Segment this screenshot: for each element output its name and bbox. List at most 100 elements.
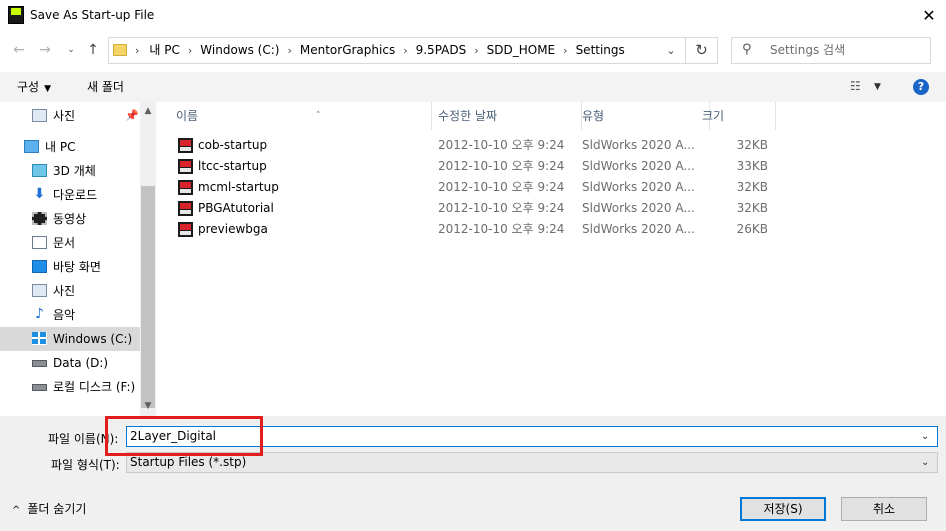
- hide-folders-button[interactable]: ^ 폴더 숨기기: [12, 500, 86, 517]
- highlight-annotation-box: [105, 416, 263, 456]
- organize-label: 구성: [17, 80, 40, 94]
- navigation-scrollbar[interactable]: ▲ ▼: [140, 102, 156, 416]
- chevron-down-icon[interactable]: ⌄: [921, 453, 929, 472]
- sidebar-item-windows-c[interactable]: Windows (C:): [0, 327, 140, 351]
- file-row[interactable]: ltcc-startup 2012-10-10 오후 9:24 SldWorks…: [156, 156, 946, 177]
- file-row[interactable]: previewbga 2012-10-10 오후 9:24 SldWorks 2…: [156, 219, 946, 240]
- breadcrumb-item[interactable]: 내 PC: [149, 38, 179, 63]
- documents-icon: [32, 236, 47, 249]
- folder-icon: [113, 44, 127, 56]
- drive-icon: [32, 360, 47, 367]
- pads-file-icon: [178, 138, 193, 153]
- breadcrumb-separator[interactable]: ›: [135, 38, 139, 63]
- organize-button[interactable]: 구성 ▼: [17, 72, 51, 104]
- chevron-down-icon: ▼: [44, 84, 52, 94]
- scroll-down-icon[interactable]: ▼: [140, 401, 156, 411]
- file-type: SldWorks 2020 A...: [582, 180, 695, 194]
- sidebar-item-label: 바탕 화면: [53, 260, 101, 274]
- file-date: 2012-10-10 오후 9:24: [438, 201, 565, 215]
- breadcrumb-separator[interactable]: ›: [188, 38, 192, 63]
- sidebar-item-local-disk-f[interactable]: 로컬 디스크 (F:): [0, 375, 140, 399]
- breadcrumb-item[interactable]: Settings: [576, 38, 625, 63]
- window-title: Save As Start-up File: [30, 8, 155, 22]
- breadcrumb-separator[interactable]: ›: [563, 38, 567, 63]
- file-row[interactable]: PBGAtutorial 2012-10-10 오후 9:24 SldWorks…: [156, 198, 946, 219]
- column-header-size[interactable]: 크기: [702, 102, 776, 130]
- breadcrumb-item[interactable]: MentorGraphics: [300, 38, 395, 63]
- sidebar-item-label: 3D 개체: [53, 164, 96, 178]
- sidebar-item-documents[interactable]: 문서: [0, 231, 140, 255]
- address-dropdown-button[interactable]: ⌄: [661, 38, 681, 63]
- file-name: mcml-startup: [198, 180, 279, 194]
- breadcrumb-item[interactable]: SDD_HOME: [487, 38, 556, 63]
- file-row[interactable]: cob-startup 2012-10-10 오후 9:24 SldWorks …: [156, 135, 946, 156]
- videos-icon: [32, 212, 47, 225]
- sidebar-item-label: 다운로드: [53, 188, 98, 202]
- breadcrumb-item[interactable]: Windows (C:): [200, 38, 279, 63]
- search-box[interactable]: ⚲ Settings 검색: [731, 37, 931, 64]
- breadcrumb-separator[interactable]: ›: [403, 38, 407, 63]
- pads-file-icon: [178, 180, 193, 195]
- sidebar-item-pictures-quick[interactable]: 사진 📌: [0, 104, 140, 128]
- address-bar[interactable]: › 내 PC › Windows (C:) › MentorGraphics › 9.5PAD…: [108, 37, 686, 64]
- this-pc-icon: [24, 140, 39, 153]
- sidebar-item-3d-objects[interactable]: 3D 개체: [0, 159, 140, 183]
- file-row[interactable]: mcml-startup 2012-10-10 오후 9:24 SldWorks…: [156, 177, 946, 198]
- scrollbar-thumb[interactable]: [141, 186, 155, 408]
- sidebar-item-desktop[interactable]: 바탕 화면: [0, 255, 140, 279]
- file-date: 2012-10-10 오후 9:24: [438, 159, 565, 173]
- file-name: previewbga: [198, 222, 268, 236]
- save-button[interactable]: 저장(S): [740, 497, 826, 521]
- view-options-icon[interactable]: ☷: [850, 79, 866, 93]
- hide-folders-label: 폴더 숨기기: [27, 502, 87, 516]
- file-size: 33KB: [736, 159, 768, 173]
- pictures-icon: [32, 284, 47, 297]
- downloads-icon: ⬇: [33, 186, 46, 202]
- file-size: 32KB: [736, 201, 768, 215]
- breadcrumb-item[interactable]: 9.5PADS: [416, 38, 467, 63]
- file-list: 이름 ˄ 수정한 날짜 유형 크기 cob-startup 2012-10-10…: [156, 102, 946, 416]
- sidebar-item-data-d[interactable]: Data (D:): [0, 351, 140, 375]
- cancel-button[interactable]: 취소: [841, 497, 927, 521]
- sidebar-item-pictures[interactable]: 사진: [0, 279, 140, 303]
- view-dropdown-icon[interactable]: ▼: [874, 72, 881, 102]
- column-header-name[interactable]: 이름 ˄: [176, 102, 432, 130]
- breadcrumb: › 내 PC › Windows (C:) › MentorGraphics › 9.5PAD…: [131, 38, 625, 63]
- pads-file-icon: [178, 222, 193, 237]
- search-placeholder[interactable]: Settings 검색: [770, 38, 845, 63]
- command-bar: 구성 ▼ 새 폴더 ☷ ▼ ?: [0, 72, 946, 102]
- sidebar-item-label: 동영상: [53, 212, 87, 226]
- breadcrumb-separator[interactable]: ›: [287, 38, 291, 63]
- column-header-date[interactable]: 수정한 날짜: [438, 102, 582, 130]
- column-header-label: 이름: [176, 109, 199, 123]
- recent-locations-button[interactable]: ⌄: [60, 38, 82, 62]
- file-date: 2012-10-10 오후 9:24: [438, 222, 565, 236]
- column-header-type[interactable]: 유형: [582, 102, 710, 130]
- music-icon: ♪: [35, 306, 44, 322]
- sidebar-item-label: 사진: [53, 284, 76, 298]
- sidebar-item-label: Data (D:): [53, 356, 109, 370]
- file-type: SldWorks 2020 A...: [582, 159, 695, 173]
- breadcrumb-separator[interactable]: ›: [474, 38, 478, 63]
- sidebar-item-label: 음악: [53, 308, 76, 322]
- chevron-down-icon[interactable]: ⌄: [921, 427, 929, 446]
- sidebar-item-label: 로컬 디스크 (F:): [53, 380, 136, 394]
- file-size: 32KB: [736, 180, 768, 194]
- sidebar-item-this-pc[interactable]: 내 PC: [0, 135, 140, 159]
- up-button[interactable]: ↑: [82, 38, 104, 62]
- new-folder-button[interactable]: 새 폴더: [87, 72, 124, 102]
- refresh-button[interactable]: ↻: [686, 37, 718, 64]
- sidebar-item-videos[interactable]: 동영상: [0, 207, 140, 231]
- file-name: cob-startup: [198, 138, 268, 152]
- close-button[interactable]: ✕: [912, 0, 946, 32]
- back-button[interactable]: ←: [8, 38, 30, 62]
- scroll-up-icon[interactable]: ▲: [140, 106, 156, 116]
- pads-app-icon: [8, 6, 24, 24]
- sidebar-item-music[interactable]: ♪ 음악: [0, 303, 140, 327]
- file-name: PBGAtutorial: [198, 201, 274, 215]
- help-icon[interactable]: ?: [913, 79, 929, 95]
- sidebar-item-downloads[interactable]: ⬇ 다운로드: [0, 183, 140, 207]
- file-type: SldWorks 2020 A...: [582, 138, 695, 152]
- forward-button[interactable]: →: [34, 38, 56, 62]
- 3d-objects-icon: [32, 164, 47, 177]
